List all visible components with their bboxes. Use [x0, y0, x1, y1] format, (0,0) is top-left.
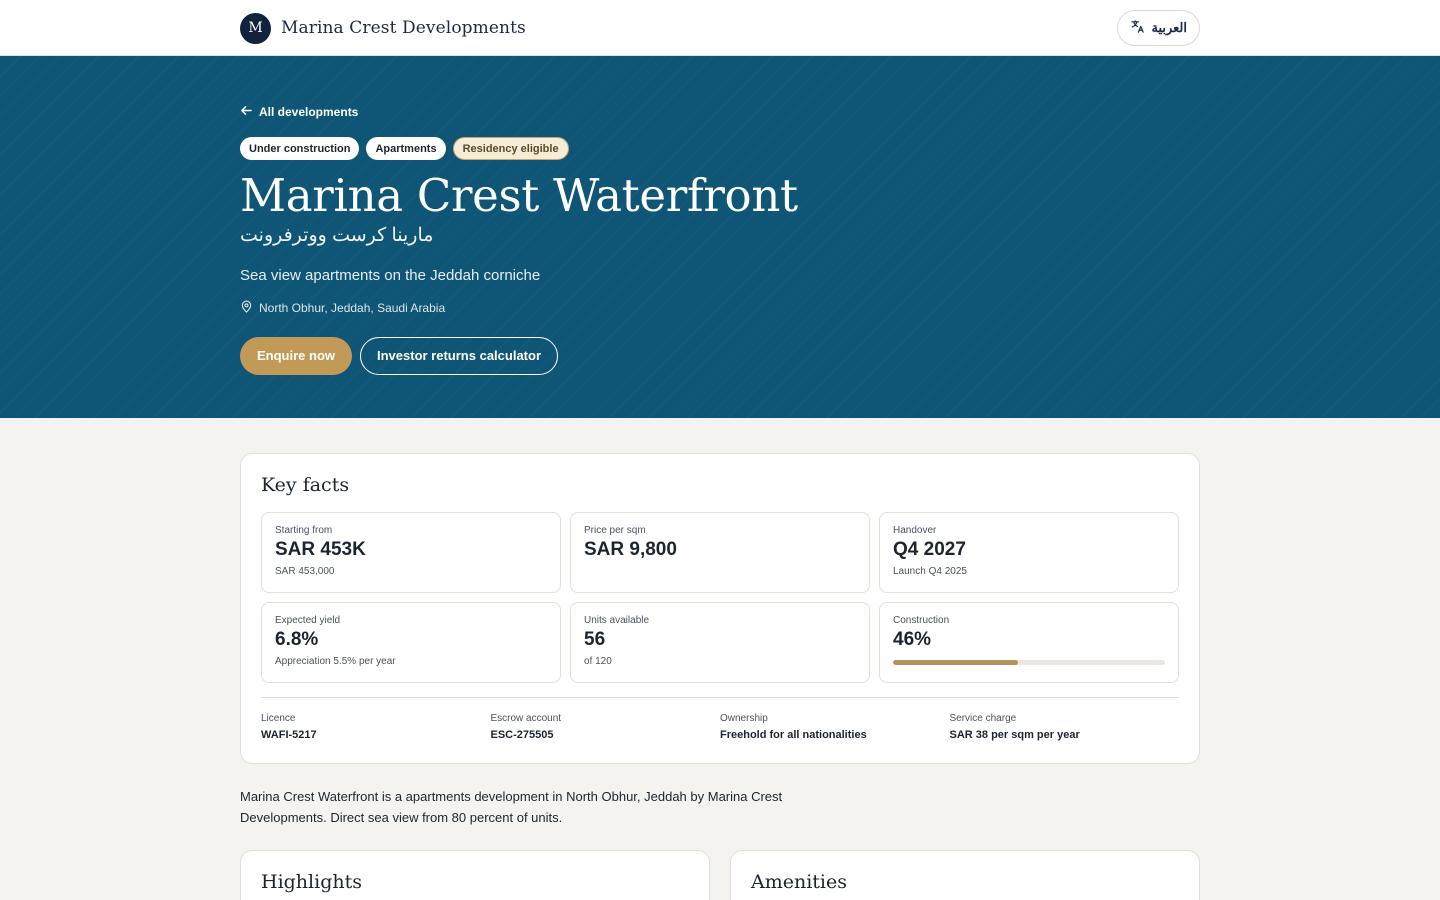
fact-label: Starting from: [275, 525, 333, 536]
fact-value: SAR 453K: [275, 539, 366, 560]
map-pin-icon: [240, 300, 253, 316]
fact-note: of 120: [584, 656, 612, 667]
construction-progress-fill: [893, 660, 1019, 665]
hero-banner: All developments Under construction Apar…: [0, 56, 1440, 418]
meta-escrow-account: Escrow account ESC-275505: [491, 713, 721, 741]
page-subtitle: Sea view apartments on the Jeddah cornic…: [240, 266, 541, 284]
main-content: Key facts Starting from SAR 453K SAR 453…: [240, 418, 1200, 900]
brand-name: Marina Crest Developments: [281, 18, 526, 38]
language-toggle-button[interactable]: العربية: [1117, 10, 1200, 46]
fact-starting-from: Starting from SAR 453K SAR 453,000: [261, 512, 561, 593]
key-facts-meta: Licence WAFI-5217 Escrow account ESC-275…: [261, 713, 1179, 741]
meta-label: Service charge: [949, 713, 1017, 724]
fact-note: Launch Q4 2025: [893, 566, 967, 577]
badge-residency-eligible: Residency eligible: [452, 137, 569, 160]
brand-logo: M: [240, 12, 271, 44]
top-bar-inner: M Marina Crest Developments العربية: [240, 0, 1200, 56]
meta-service-charge: Service charge SAR 38 per sqm per year: [950, 713, 1180, 741]
fact-label: Expected yield: [275, 615, 341, 626]
key-facts-grid: Starting from SAR 453K SAR 453,000 Price…: [261, 512, 1179, 683]
translate-icon: [1130, 19, 1145, 37]
location-text: North Obhur, Jeddah, Saudi Arabia: [259, 300, 446, 315]
fact-value: SAR 9,800: [584, 539, 677, 560]
meta-label: Licence: [261, 713, 296, 724]
badge-under-construction: Under construction: [240, 137, 360, 160]
amenities-title: Amenities: [751, 871, 848, 893]
hero-actions: Enquire now Investor returns calculator: [240, 336, 1200, 375]
fact-label: Handover: [893, 525, 937, 536]
fact-handover: Handover Q4 2027 Launch Q4 2025: [879, 512, 1179, 593]
brand[interactable]: M Marina Crest Developments: [240, 12, 526, 44]
page-title: Marina Crest Waterfront: [240, 169, 798, 222]
meta-label: Escrow account: [490, 713, 562, 724]
fact-value: 6.8%: [275, 629, 319, 650]
fact-value: Q4 2027: [893, 539, 966, 560]
fact-note: SAR 453,000: [275, 566, 335, 577]
fact-label: Units available: [584, 615, 650, 626]
hero-content: All developments Under construction Apar…: [240, 56, 1200, 375]
meta-value: SAR 38 per sqm per year: [949, 729, 1080, 741]
highlights-title: Highlights: [261, 871, 362, 893]
meta-label: Ownership: [720, 713, 768, 724]
top-bar: M Marina Crest Developments العربية: [0, 0, 1440, 56]
back-to-developments-link[interactable]: All developments: [240, 104, 358, 120]
badge-apartments: Apartments: [366, 137, 446, 160]
meta-value: Freehold for all nationalities: [720, 729, 867, 741]
details-columns: Highlights Amenities: [240, 850, 1200, 900]
fact-value: 56: [584, 629, 606, 650]
amenities-card: Amenities: [730, 850, 1200, 900]
page-title-arabic: مارينا كرست ووترفرونت: [240, 224, 434, 246]
status-badges: Under construction Apartments Residency …: [240, 137, 1200, 160]
fact-units-available: Units available 56 of 120: [570, 602, 870, 683]
meta-value: WAFI-5217: [261, 729, 317, 741]
fact-expected-yield: Expected yield 6.8% Appreciation 5.5% pe…: [261, 602, 561, 683]
language-label: العربية: [1151, 20, 1187, 35]
fact-construction: Construction 46%: [879, 602, 1179, 683]
development-description: Marina Crest Waterfront is a apartments …: [240, 789, 783, 825]
fact-price-per-sqm: Price per sqm SAR 9,800: [570, 512, 870, 593]
fact-value: 46%: [893, 629, 932, 650]
key-facts-title: Key facts: [261, 474, 350, 496]
construction-progress-bar: [893, 660, 1165, 665]
fact-note: Appreciation 5.5% per year: [275, 656, 396, 667]
fact-label: Construction: [893, 615, 950, 626]
key-facts-card: Key facts Starting from SAR 453K SAR 453…: [240, 453, 1200, 764]
location: North Obhur, Jeddah, Saudi Arabia: [240, 300, 1200, 316]
investor-calculator-button[interactable]: Investor returns calculator: [360, 336, 558, 375]
meta-value: ESC-275505: [490, 729, 554, 741]
meta-ownership: Ownership Freehold for all nationalities: [720, 713, 950, 741]
divider: [261, 697, 1179, 698]
fact-label: Price per sqm: [584, 525, 646, 536]
arrow-left-icon: [240, 104, 253, 120]
back-link-label: All developments: [259, 105, 359, 119]
meta-licence: Licence WAFI-5217: [261, 713, 491, 741]
enquire-now-button[interactable]: Enquire now: [240, 336, 352, 375]
highlights-card: Highlights: [240, 850, 710, 900]
